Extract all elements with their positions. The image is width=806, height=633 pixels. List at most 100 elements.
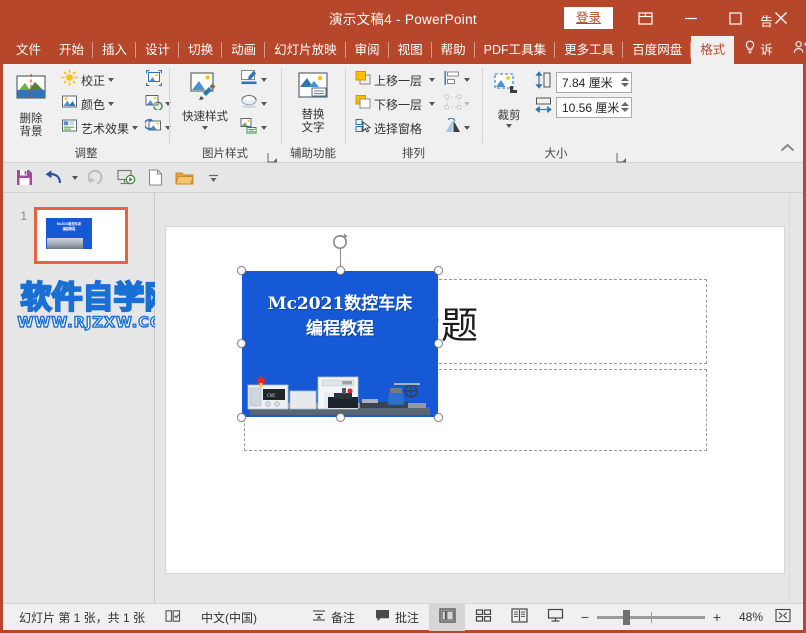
language-indicator[interactable]: 中文(中国) [191,604,267,631]
crop-button[interactable]: 裁剪 [487,69,531,131]
maximize-icon[interactable] [713,0,758,36]
change-picture-icon [145,93,163,115]
zoom-slider-knob[interactable] [623,609,630,625]
shape-height-field[interactable]: 7.84 厘米 [535,70,632,93]
tab-home[interactable]: 开始 [50,36,94,64]
view-reading[interactable] [501,604,537,631]
notes-button[interactable]: 备注 [302,604,365,631]
picture-style-icon-commands [238,68,269,140]
tab-more-tools[interactable]: 更多工具 [555,36,624,64]
group-size: 裁剪 7.84 厘米 10.56 厘米 大小 [482,64,632,163]
view-normal[interactable] [429,603,465,631]
chevron-down-icon[interactable] [506,124,512,129]
undo-button[interactable] [40,166,66,190]
alt-text-button[interactable]: 替换 文字 [286,68,340,138]
picture-object[interactable]: Mc2021数控车床 编程教程 CNC [242,271,438,417]
accessibility-check-icon [165,609,181,626]
new-document-button[interactable] [142,166,168,190]
picture-layout-button[interactable] [238,116,269,140]
chevron-down-icon[interactable] [202,126,208,131]
tab-review[interactable]: 审阅 [346,36,389,64]
spinner-down-icon[interactable] [621,83,629,87]
slide-canvas[interactable]: 此处添加标题 此处添加副标题 Mc2021数控车床 编程教程 [165,226,785,574]
tab-insert[interactable]: 插入 [93,36,137,64]
tab-pdf-tools[interactable]: PDF工具集 [475,36,556,64]
tell-me-button[interactable]: 告诉我 [734,15,783,85]
size-dialog-launcher[interactable] [616,150,627,163]
zoom-in-button[interactable]: + [711,609,723,625]
minimize-icon[interactable] [668,0,713,36]
shape-height-spinner[interactable] [619,77,629,87]
chevron-down-icon[interactable] [108,102,115,106]
chevron-down-icon[interactable] [429,78,436,82]
align-objects-button[interactable] [442,68,472,92]
slide-thumbnail-1[interactable]: Mc2021数控车床 编程教程 [34,207,128,264]
rotate-handle[interactable] [331,233,349,256]
undo-dropdown-icon[interactable] [69,166,81,190]
color-button[interactable]: 颜色 [58,92,141,116]
slide-thumbnail-pane[interactable]: 1 Mc2021数控车床 编程教程 软件自学网 WWW.RJZXW.COM [3,193,178,603]
slide-count-indicator[interactable]: 幻灯片 第 1 张，共 1 张 [9,604,155,631]
tab-animations[interactable]: 动画 [222,36,266,64]
chevron-down-icon[interactable] [261,78,267,82]
collapse-ribbon-icon[interactable] [780,140,795,158]
shape-width-spinner[interactable] [619,102,630,112]
spinner-up-icon[interactable] [621,77,629,81]
tab-baidu-netdisk[interactable]: 百度网盘 [623,36,692,64]
rotate-objects-button[interactable] [442,116,472,140]
picture-effects-button[interactable] [238,92,269,116]
chevron-down-icon[interactable] [132,126,139,130]
chevron-down-icon[interactable] [261,126,267,130]
open-folder-button[interactable] [171,166,197,190]
group-objects-button[interactable] [442,92,472,116]
zoom-level-label[interactable]: 48% [729,610,763,624]
tab-slideshow[interactable]: 幻灯片放映 [265,36,346,64]
slide-edit-pane[interactable]: 此处添加标题 此处添加副标题 Mc2021数控车床 编程教程 [155,193,803,603]
chevron-down-icon[interactable] [108,78,115,82]
comments-button[interactable]: 批注 [365,604,429,631]
picture-title-line1: Mc2021数控车床 [267,294,413,314]
sign-in-button[interactable]: 登录 [563,6,613,30]
ribbon-display-options-icon[interactable] [623,0,668,36]
chevron-down-icon[interactable] [261,102,267,106]
chevron-down-icon[interactable] [464,102,471,106]
shape-height-input[interactable]: 7.84 厘米 [556,71,632,93]
zoom-slider[interactable] [597,609,705,625]
tab-format[interactable]: 格式 [691,36,735,64]
alt-text-label-line2: 文字 [301,122,325,135]
tab-view[interactable]: 视图 [389,36,432,64]
chevron-down-icon[interactable] [464,78,471,82]
vertical-scrollbar[interactable] [789,193,803,603]
bring-forward-button[interactable]: 上移一层 [352,68,438,92]
chevron-down-icon[interactable] [429,102,436,106]
shape-width-input[interactable]: 10.56 厘米 [556,96,632,118]
start-from-beginning-button[interactable] [113,166,139,190]
picture-border-button[interactable] [238,68,269,92]
remove-background-button[interactable]: 删除背景 [8,68,54,142]
tab-transitions[interactable]: 切换 [179,36,223,64]
customize-qat-button[interactable] [200,166,226,190]
tab-design[interactable]: 设计 [136,36,180,64]
thumbnail-row: 1 Mc2021数控车床 编程教程 [3,193,154,264]
artistic-effects-button[interactable]: 艺术效果 [58,116,141,140]
chevron-down-icon[interactable] [464,126,471,130]
status-bar-left: 幻灯片 第 1 张，共 1 张 中文(中国) [3,604,267,631]
save-button[interactable] [11,166,37,190]
view-slideshow[interactable] [537,604,573,631]
send-backward-button[interactable]: 下移一层 [352,92,438,116]
corrections-button[interactable]: 校正 [58,68,141,92]
accessibility-check-button[interactable] [155,604,191,631]
tab-file[interactable]: 文件 [7,36,50,64]
tab-help[interactable]: 帮助 [432,36,475,64]
chevron-down-icon[interactable] [72,175,78,180]
selection-pane-button[interactable]: 选择窗格 [352,116,438,140]
fit-to-window-button[interactable] [769,604,797,631]
picture-styles-dialog-launcher[interactable] [267,150,278,163]
share-button[interactable]: 共享 [783,36,806,64]
shape-width-field[interactable]: 10.56 厘米 [535,96,632,118]
spinner-up-icon[interactable] [621,102,630,106]
spinner-down-icon[interactable] [621,108,630,112]
view-slide-sorter[interactable] [465,604,501,631]
quick-styles-button[interactable]: 快速样式 [174,68,236,133]
zoom-out-button[interactable]: − [579,609,591,625]
